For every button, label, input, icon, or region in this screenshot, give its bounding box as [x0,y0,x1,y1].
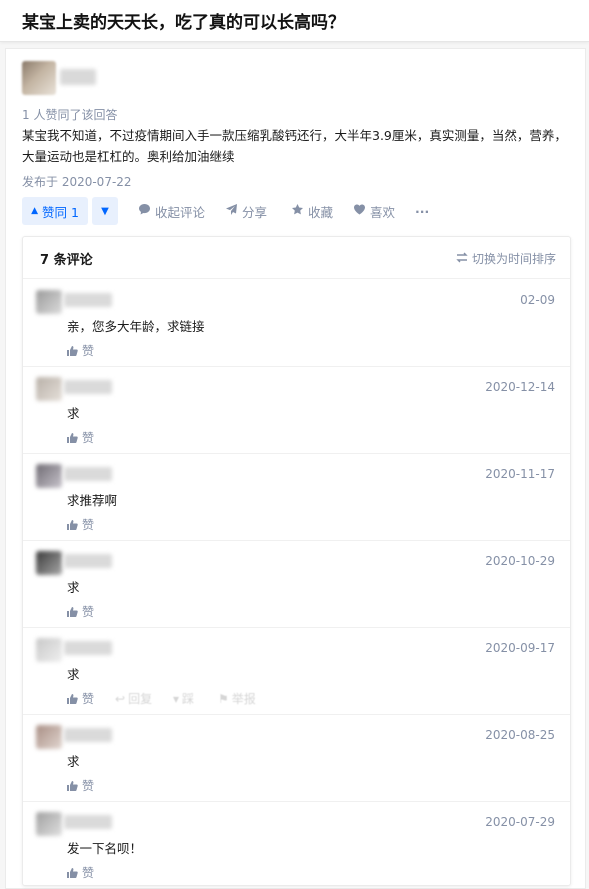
vote-up-button[interactable]: ▲ 赞同 1 [22,197,88,225]
comment-like-button[interactable]: 赞 [67,864,94,881]
comment-item: 2020-12-14 求赞 [23,367,570,454]
triangle-down-icon: ▼ [101,205,109,217]
thumb-up-icon [67,867,78,878]
comment-text: 求 [67,754,80,769]
reply-icon: ↩ [115,691,126,706]
comment-text: 求 [67,667,80,682]
collapse-comments-label: 收起评论 [155,204,206,220]
comment-item: 2020-10-29 求赞 [23,541,570,628]
comment-like-button[interactable]: 赞 [67,777,94,794]
comment-item: 2020-09-17 求赞 ↩ 回复 ▾ 踩 ⚑ 举报 [23,628,570,715]
comment-like-label: 赞 [82,605,95,619]
comment-dislike-label: 踩 [182,692,195,706]
comment-reply-button[interactable]: ↩ 回复 [115,690,152,707]
commenter-name[interactable] [64,641,112,655]
thumb-up-icon [67,780,78,791]
heart-icon [353,203,366,219]
comment-report-label: 举报 [231,692,256,706]
collapse-comments-button[interactable]: 收起评论 [138,197,205,225]
comment-like-label: 赞 [82,866,95,880]
comment-date: 2020-11-17 [485,467,555,481]
commenter-name[interactable] [64,815,112,829]
comment-like-button[interactable]: 赞 [67,690,94,707]
comment-dislike-button[interactable]: ▾ 踩 [173,690,194,707]
question-header: 某宝上卖的天天长，吃了真的可以长高吗？ [0,0,589,42]
commenter-name[interactable] [64,728,112,742]
like-label: 喜欢 [370,204,396,220]
author-name[interactable] [60,69,96,85]
thumb-up-icon [67,693,78,704]
favorite-button[interactable]: 收藏 [291,197,333,225]
favorite-label: 收藏 [308,204,334,220]
star-icon [291,203,304,219]
comment-date: 2020-08-25 [485,728,555,742]
commenter-avatar[interactable] [36,638,62,662]
commenter-avatar[interactable] [36,551,62,575]
vote-down-button[interactable]: ▼ [92,197,118,225]
thumb-down-icon: ▾ [173,691,180,706]
thumb-up-icon [67,432,78,443]
comment-text: 求 [67,406,80,421]
commenter-avatar[interactable] [36,377,62,401]
commenter-name[interactable] [64,380,112,394]
comment-reply-label: 回复 [128,692,153,706]
question-title[interactable]: 某宝上卖的天天长，吃了真的可以长高吗？ [22,8,345,33]
comment-text: 求 [67,580,80,595]
commenter-avatar[interactable] [36,725,62,749]
comment-item: 02-09 亲，您多大年龄，求链接赞 [23,280,570,367]
comment-like-label: 赞 [82,779,95,793]
comment-count: 7 条评论 [40,253,93,268]
comment-like-button[interactable]: 赞 [67,429,94,446]
vote-up-label: 赞同 1 [41,204,79,220]
author-avatar[interactable] [22,61,56,95]
comment-item: 2020-08-25 求赞 [23,715,570,802]
comment-like-button[interactable]: 赞 [67,342,94,359]
flag-icon: ⚑ [218,691,229,706]
commenter-name[interactable] [64,467,112,481]
comment-date: 2020-10-29 [485,554,555,568]
answer-card: 1 人赞同了该回答 某宝我不知道，不过疫情期间入手一款压缩乳酸钙还行，大半年3.… [5,48,586,889]
sort-toggle-button[interactable]: 切换为时间排序 [456,250,556,267]
commenter-name[interactable] [64,293,112,307]
share-button[interactable]: 分享 [225,197,267,225]
comment-report-button[interactable]: ⚑ 举报 [218,690,256,707]
comment-item: 2020-11-17 求推荐啊赞 [23,454,570,541]
commenter-avatar[interactable] [36,812,62,836]
share-icon [225,203,238,219]
comments-panel: 7 条评论 切换为时间排序 02-09 亲，您多大年龄，求链接赞 2020-12-1… [22,236,571,886]
thumb-up-icon [67,519,78,530]
more-icon: ··· [415,203,430,219]
more-button[interactable]: ··· [415,197,429,225]
vote-summary[interactable]: 1 人赞同了该回答 [22,106,117,123]
comment-like-label: 赞 [82,431,95,445]
comment-date: 2020-09-17 [485,641,555,655]
comments-header: 7 条评论 切换为时间排序 [23,237,570,279]
comment-text: 发一下名呗！ [67,841,143,856]
comment-icon [138,203,151,219]
triangle-up-icon: ▲ [31,206,38,216]
comment-date: 2020-07-29 [485,815,555,829]
commenter-name[interactable] [64,554,112,568]
thumb-up-icon [67,606,78,617]
comment-like-label: 赞 [82,692,95,706]
comment-text: 求推荐啊 [67,493,118,508]
comment-like-button[interactable]: 赞 [67,603,94,620]
answer-content: 某宝我不知道，不过疫情期间入手一款压缩乳酸钙还行，大半年3.9厘米，真实测量，当… [22,128,567,164]
commenter-avatar[interactable] [36,290,62,314]
comment-like-label: 赞 [82,344,95,358]
like-button[interactable]: 喜欢 [353,197,395,225]
swap-icon [456,252,468,266]
comment-like-label: 赞 [82,518,95,532]
publish-date[interactable]: 发布于 2020-07-22 [22,173,132,190]
comment-like-button[interactable]: 赞 [67,516,94,533]
thumb-up-icon [67,345,78,356]
comment-date: 02-09 [520,293,555,307]
share-label: 分享 [242,204,268,220]
comment-text: 亲，您多大年龄，求链接 [67,319,205,334]
comment-item: 2020-07-29 发一下名呗！ 赞 [23,802,570,885]
sort-label: 切换为时间排序 [471,252,556,266]
comment-date: 2020-12-14 [485,380,555,394]
commenter-avatar[interactable] [36,464,62,488]
